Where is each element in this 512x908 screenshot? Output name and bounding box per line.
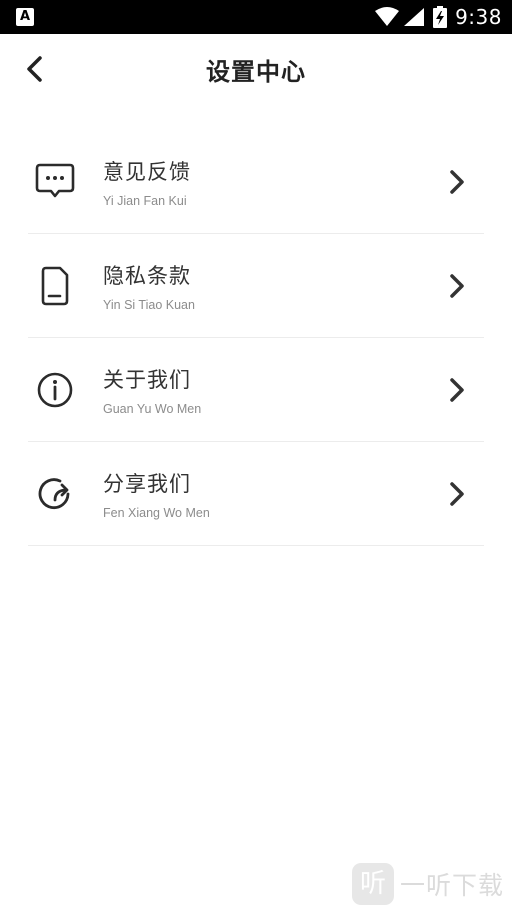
info-icon bbox=[37, 372, 73, 408]
settings-menu: 意见反馈 Yi Jian Fan Kui 隐私条款 Yin Si Tiao Ku… bbox=[28, 130, 484, 546]
status-time: 9:38 bbox=[455, 5, 502, 29]
message-dots-icon bbox=[35, 163, 75, 198]
menu-subtitle: Guan Yu Wo Men bbox=[103, 402, 202, 416]
wifi-icon bbox=[375, 7, 400, 26]
menu-item-share[interactable]: 分享我们 Fen Xiang Wo Men bbox=[28, 442, 484, 546]
chevron-right-icon bbox=[450, 482, 464, 506]
battery-charging-icon bbox=[433, 6, 448, 28]
menu-item-feedback[interactable]: 意见反馈 Yi Jian Fan Kui bbox=[28, 130, 484, 234]
page-title: 设置中心 bbox=[206, 58, 306, 86]
menu-subtitle: Fen Xiang Wo Men bbox=[103, 506, 210, 520]
menu-subtitle: Yin Si Tiao Kuan bbox=[103, 298, 195, 312]
document-icon bbox=[41, 266, 69, 306]
menu-title: 关于我们 bbox=[103, 368, 191, 392]
signal-icon bbox=[404, 8, 425, 26]
menu-title: 隐私条款 bbox=[103, 264, 191, 288]
chevron-right-icon bbox=[450, 170, 464, 194]
menu-item-about[interactable]: 关于我们 Guan Yu Wo Men bbox=[28, 338, 484, 442]
menu-subtitle: Yi Jian Fan Kui bbox=[103, 194, 187, 208]
header: 设置中心 bbox=[0, 34, 512, 104]
chevron-right-icon bbox=[450, 274, 464, 298]
watermark-text: 一听下载 bbox=[400, 871, 505, 900]
menu-title: 意见反馈 bbox=[103, 160, 191, 184]
share-refresh-icon bbox=[38, 478, 70, 510]
menu-title: 分享我们 bbox=[103, 472, 191, 496]
watermark-logo: 听 bbox=[352, 863, 394, 905]
status-app-icon: A bbox=[16, 8, 34, 26]
status-icons: 9:38 bbox=[375, 0, 502, 34]
watermark: 听 一听下载 bbox=[352, 862, 504, 906]
status-bar: A 9:38 bbox=[0, 0, 512, 34]
chevron-right-icon bbox=[450, 378, 464, 402]
menu-item-privacy[interactable]: 隐私条款 Yin Si Tiao Kuan bbox=[28, 234, 484, 338]
